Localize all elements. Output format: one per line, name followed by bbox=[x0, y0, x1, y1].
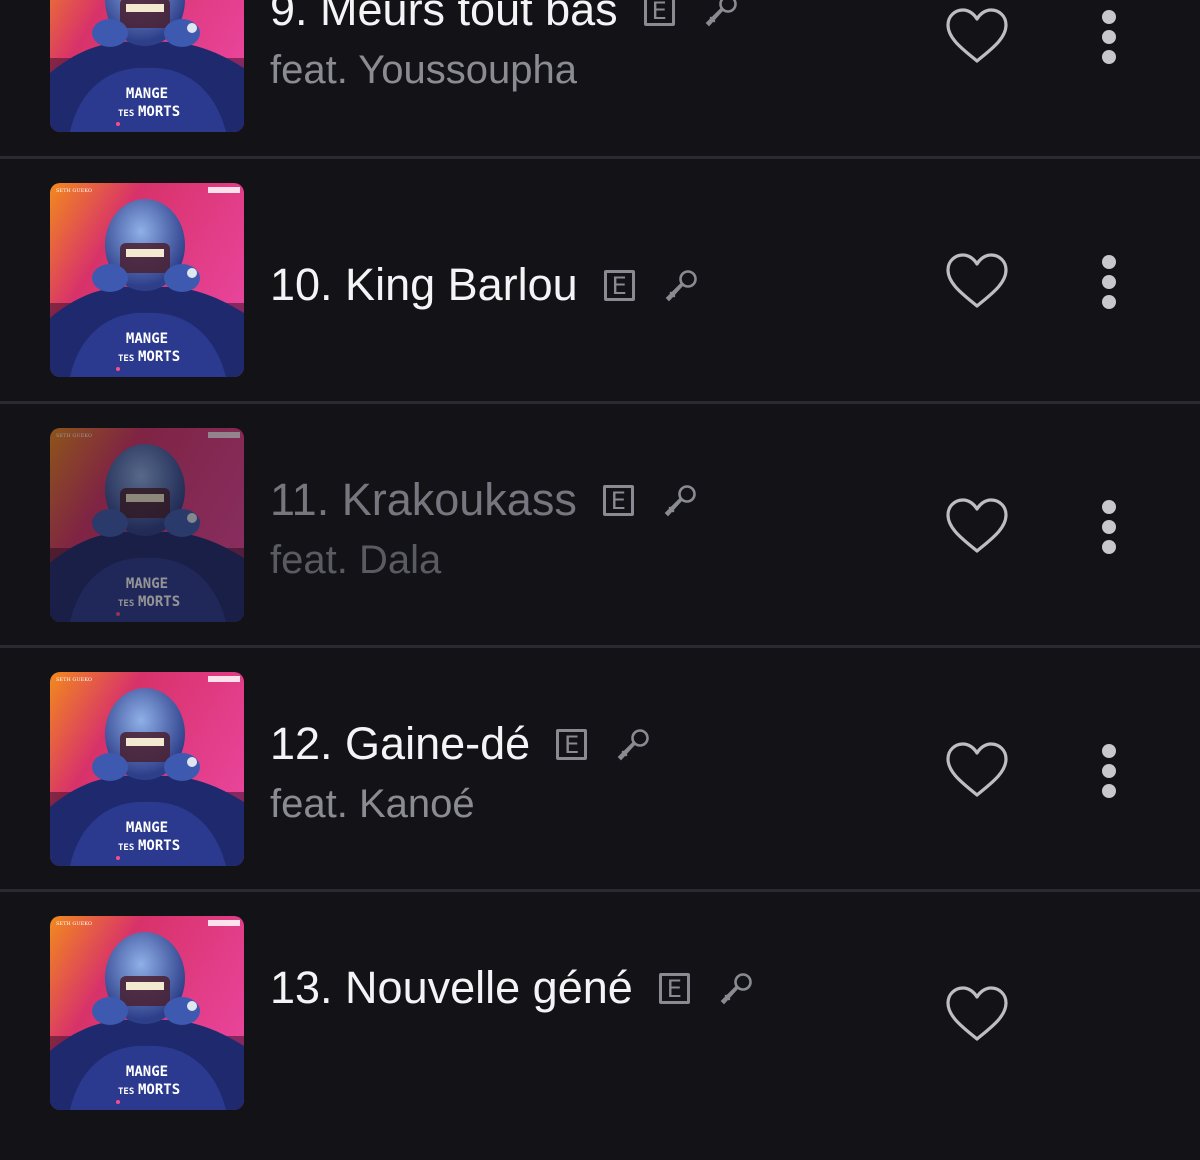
track-info: 9. Meurs tout bas E feat. Youssoupha bbox=[270, 0, 741, 94]
more-options-button[interactable] bbox=[1096, 744, 1122, 802]
microphone-icon[interactable] bbox=[615, 725, 653, 763]
svg-text:SETH GUEKO: SETH GUEKO bbox=[56, 188, 92, 194]
track-title: 12. Gaine-dé bbox=[270, 718, 531, 769]
more-dot bbox=[1102, 275, 1116, 289]
album-cover: SETH GUEKO MANGE TES MORTS bbox=[50, 916, 244, 1110]
microphone-icon[interactable] bbox=[663, 266, 701, 304]
more-vertical-icon bbox=[1102, 10, 1116, 24]
more-dot bbox=[1102, 50, 1116, 64]
album-cover: SETH GUEKO MANGE TES MORTS bbox=[50, 183, 244, 377]
explicit-badge-icon: E bbox=[556, 728, 588, 760]
svg-text:MANGE: MANGE bbox=[126, 820, 168, 836]
svg-text:TES: TES bbox=[118, 354, 134, 364]
more-options-button[interactable] bbox=[1096, 10, 1122, 68]
track-row[interactable]: SETH GUEKO MANGE TES MORTS 9. Meurs tout… bbox=[0, 0, 1200, 182]
more-vertical-icon bbox=[1102, 500, 1116, 514]
divider bbox=[0, 401, 1200, 404]
svg-text:SETH GUEKO: SETH GUEKO bbox=[56, 677, 92, 683]
microphone-icon[interactable] bbox=[662, 481, 700, 519]
divider bbox=[0, 889, 1200, 892]
album-cover: SETH GUEKO MANGE TES MORTS bbox=[50, 672, 244, 866]
track-title: 11. Krakoukass bbox=[270, 474, 577, 525]
svg-text:MORTS: MORTS bbox=[138, 349, 180, 365]
track-featuring: feat. Dala bbox=[270, 538, 442, 582]
more-options-button[interactable] bbox=[1096, 500, 1122, 558]
svg-text:TES: TES bbox=[118, 843, 134, 853]
more-dot bbox=[1102, 764, 1116, 778]
svg-text:MORTS: MORTS bbox=[138, 1082, 180, 1098]
more-options-button[interactable] bbox=[1096, 255, 1122, 313]
svg-text:TES: TES bbox=[118, 1087, 134, 1097]
more-dot bbox=[1102, 520, 1116, 534]
explicit-badge-icon: E bbox=[643, 0, 675, 26]
heart-outline-icon[interactable] bbox=[944, 496, 1010, 556]
svg-text:MORTS: MORTS bbox=[138, 838, 180, 854]
more-dot bbox=[1102, 540, 1116, 554]
svg-text:SETH GUEKO: SETH GUEKO bbox=[56, 921, 92, 927]
divider bbox=[0, 645, 1200, 648]
svg-text:TES: TES bbox=[118, 599, 134, 609]
more-vertical-icon bbox=[1102, 255, 1116, 269]
heart-outline-icon[interactable] bbox=[944, 6, 1010, 66]
svg-text:MANGE: MANGE bbox=[126, 331, 168, 347]
track-row[interactable]: SETH GUEKO MANGE TES MORTS 11. Krakoukas… bbox=[0, 428, 1200, 672]
microphone-icon[interactable] bbox=[718, 969, 756, 1007]
album-cover: SETH GUEKO MANGE TES MORTS bbox=[50, 428, 244, 622]
heart-outline-icon[interactable] bbox=[944, 251, 1010, 311]
more-dot bbox=[1102, 295, 1116, 309]
track-info: 12. Gaine-dé E feat. Kanoé bbox=[270, 718, 653, 828]
heart-outline-icon[interactable] bbox=[944, 740, 1010, 800]
track-featuring: feat. Youssoupha bbox=[270, 48, 577, 92]
track-title: 10. King Barlou bbox=[270, 259, 578, 310]
album-cover: SETH GUEKO MANGE TES MORTS bbox=[50, 0, 244, 132]
more-vertical-icon bbox=[1102, 744, 1116, 758]
track-row[interactable]: SETH GUEKO MANGE TES MORTS 12. Gaine-dé … bbox=[0, 672, 1200, 916]
track-info: 11. Krakoukass E feat. Dala bbox=[270, 474, 700, 584]
svg-text:MANGE: MANGE bbox=[126, 86, 168, 102]
svg-text:MANGE: MANGE bbox=[126, 1064, 168, 1080]
svg-text:TES: TES bbox=[118, 109, 134, 119]
svg-text:SETH GUEKO: SETH GUEKO bbox=[56, 433, 92, 439]
explicit-badge-icon: E bbox=[658, 972, 690, 1004]
track-row[interactable]: SETH GUEKO MANGE TES MORTS 13. Nouvelle … bbox=[0, 916, 1200, 1160]
track-featuring: feat. Kanoé bbox=[270, 782, 475, 826]
explicit-badge-icon: E bbox=[602, 484, 634, 516]
svg-text:MORTS: MORTS bbox=[138, 594, 180, 610]
more-dot bbox=[1102, 784, 1116, 798]
track-title: 13. Nouvelle géné bbox=[270, 962, 633, 1013]
explicit-badge-icon: E bbox=[603, 269, 635, 301]
more-dot bbox=[1102, 30, 1116, 44]
track-info: 13. Nouvelle géné E bbox=[270, 962, 756, 1014]
svg-text:MORTS: MORTS bbox=[138, 104, 180, 120]
track-info: 10. King Barlou E bbox=[270, 259, 701, 311]
divider bbox=[0, 156, 1200, 159]
track-row[interactable]: SETH GUEKO MANGE TES MORTS 10. King Barl… bbox=[0, 183, 1200, 427]
heart-outline-icon[interactable] bbox=[944, 984, 1010, 1044]
track-title: 9. Meurs tout bas bbox=[270, 0, 618, 35]
microphone-icon[interactable] bbox=[703, 0, 741, 29]
svg-text:MANGE: MANGE bbox=[126, 576, 168, 592]
